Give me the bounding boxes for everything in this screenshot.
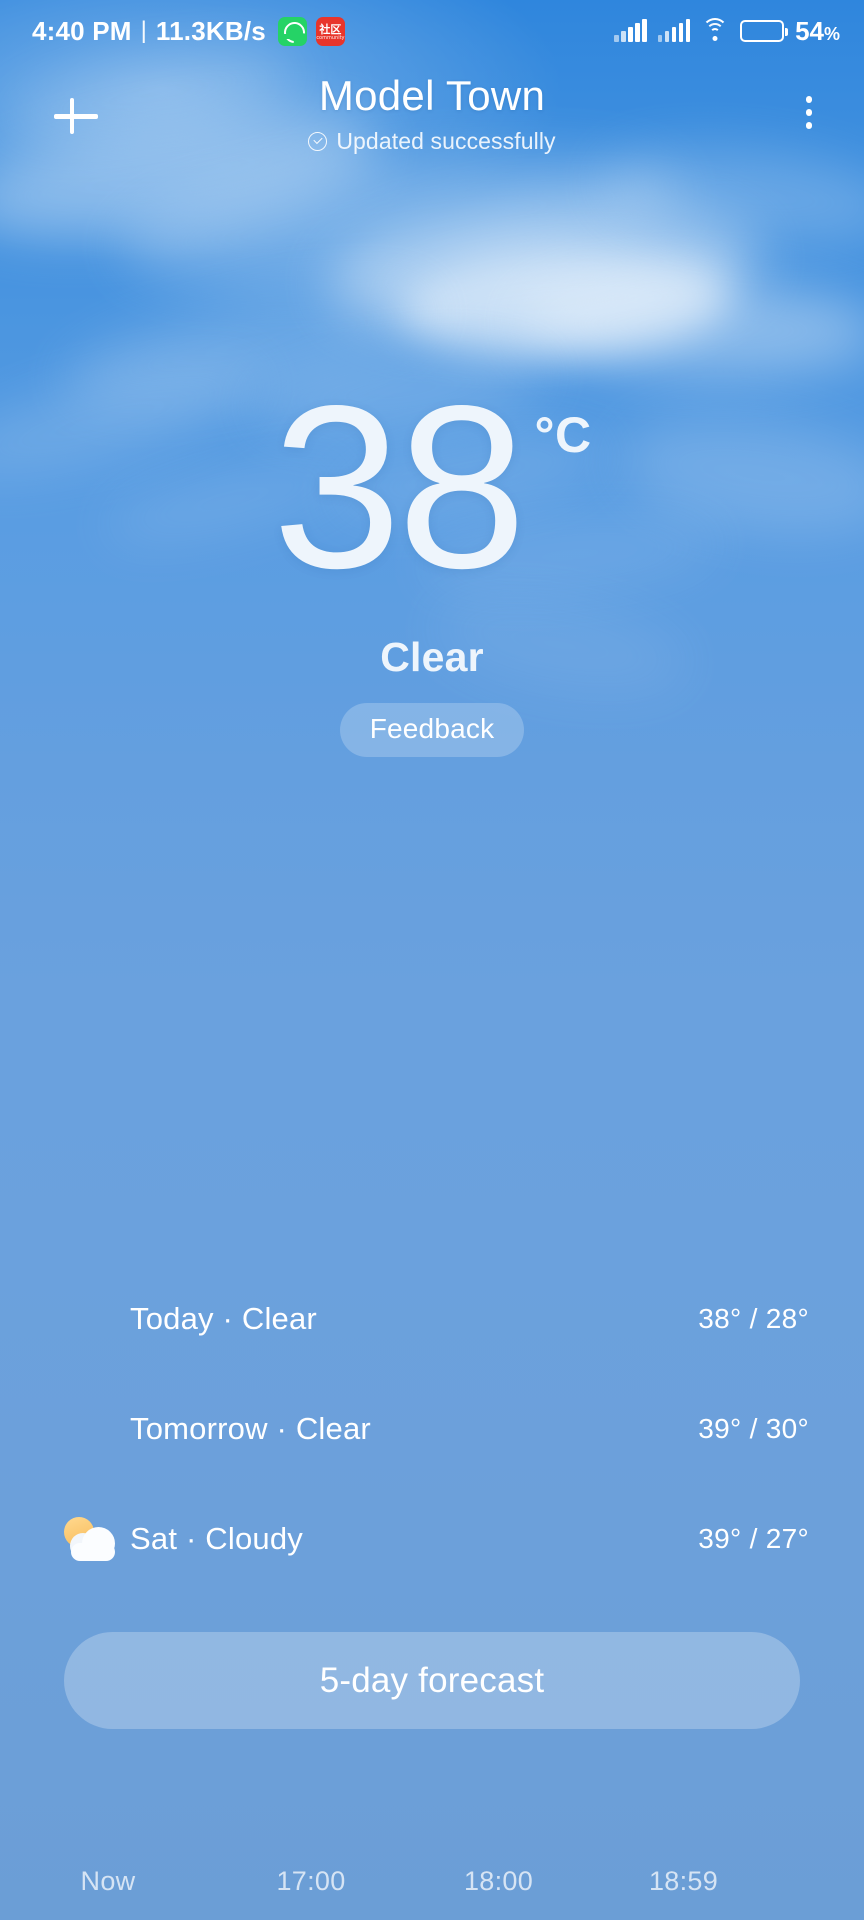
sun-icon <box>64 1407 108 1451</box>
forecast-day-label: Tomorrow · Clear <box>130 1411 371 1446</box>
daily-forecast-list: Today · Clear 38° / 28° Tomorrow · Clear… <box>0 1285 864 1573</box>
status-bar: 4:40 PM | 11.3KB/s 社区 community 54% <box>0 0 864 62</box>
current-temperature: 38 <box>272 358 526 617</box>
battery-percent-value: 54 <box>795 15 824 46</box>
app-header: Model Town Updated successfully <box>0 70 864 180</box>
forecast-day-label: Today · Clear <box>130 1301 317 1336</box>
forecast-row-today[interactable]: Today · Clear 38° / 28° <box>0 1285 864 1353</box>
five-day-forecast-button[interactable]: 5-day forecast <box>64 1632 800 1729</box>
update-status-label: Updated successfully <box>336 127 556 154</box>
forecast-temp-range: 39° / 27° <box>698 1523 809 1554</box>
forecast-row-sat[interactable]: Sat · Cloudy 39° / 27° <box>0 1505 864 1573</box>
forecast-temp-range: 38° / 28° <box>698 1303 809 1334</box>
page-title: Model Town <box>318 72 546 119</box>
more-options-button[interactable] <box>805 96 812 129</box>
feedback-button[interactable]: Feedback <box>339 702 525 757</box>
signal-bars-sim2-icon <box>657 19 691 42</box>
forecast-temp-range: 39° / 30° <box>698 1413 809 1444</box>
current-weather: 38 °C Clear Feedback <box>0 358 864 757</box>
battery-percent-unit: % <box>823 23 840 44</box>
current-temperature-group: 38 °C <box>272 358 592 617</box>
hourly-time-1700: 17:00 <box>276 1866 346 1896</box>
five-day-forecast-container: 5-day forecast <box>0 1632 864 1729</box>
dot <box>805 96 812 103</box>
network-speed-label: 11.3KB/s <box>155 15 266 46</box>
temperature-unit: °C <box>534 407 592 463</box>
header-title-group: Model Town Updated successfully <box>0 70 864 155</box>
status-bar-right: 54% <box>614 16 840 47</box>
sun-icon <box>64 1297 108 1341</box>
current-condition: Clear <box>380 633 484 680</box>
hourly-time-1800: 18:00 <box>463 1866 534 1896</box>
signal-bars-sim1-icon <box>614 19 647 42</box>
community-app-icon-sublabel: community <box>316 34 345 41</box>
dot <box>805 122 812 129</box>
weather-app-screen: 4:40 PM | 11.3KB/s 社区 community 54% Mode… <box>0 0 864 1920</box>
cloud-wisp <box>325 190 765 350</box>
battery-percent-label: 54% <box>795 16 840 47</box>
sun-behind-cloud-icon <box>64 1517 115 1561</box>
battery-icon <box>740 20 789 42</box>
check-circle-icon <box>308 131 328 151</box>
status-clock: 4:40 PM <box>32 15 132 46</box>
status-separator: | <box>140 17 147 44</box>
forecast-day-label: Sat · Cloudy <box>130 1521 303 1556</box>
community-app-icon-label: 社区 <box>319 22 342 36</box>
status-bar-left: 4:40 PM | 11.3KB/s 社区 community <box>32 16 345 47</box>
notification-icons: 社区 community <box>277 16 345 46</box>
hourly-time-now: Now <box>80 1866 136 1896</box>
update-status: Updated successfully <box>308 127 556 155</box>
hourly-forecast-strip[interactable]: Now 17:00 18:00 18:59 <box>0 1866 864 1920</box>
cloud-wisp <box>397 241 733 364</box>
hourly-time-1859: 18:59 <box>648 1866 719 1896</box>
dot <box>805 109 812 116</box>
whatsapp-icon <box>277 16 307 46</box>
community-app-icon: 社区 community <box>315 16 345 46</box>
forecast-row-tomorrow[interactable]: Tomorrow · Clear 39° / 30° <box>0 1395 864 1463</box>
wifi-icon <box>701 18 729 42</box>
cloud-wisp <box>518 273 864 382</box>
